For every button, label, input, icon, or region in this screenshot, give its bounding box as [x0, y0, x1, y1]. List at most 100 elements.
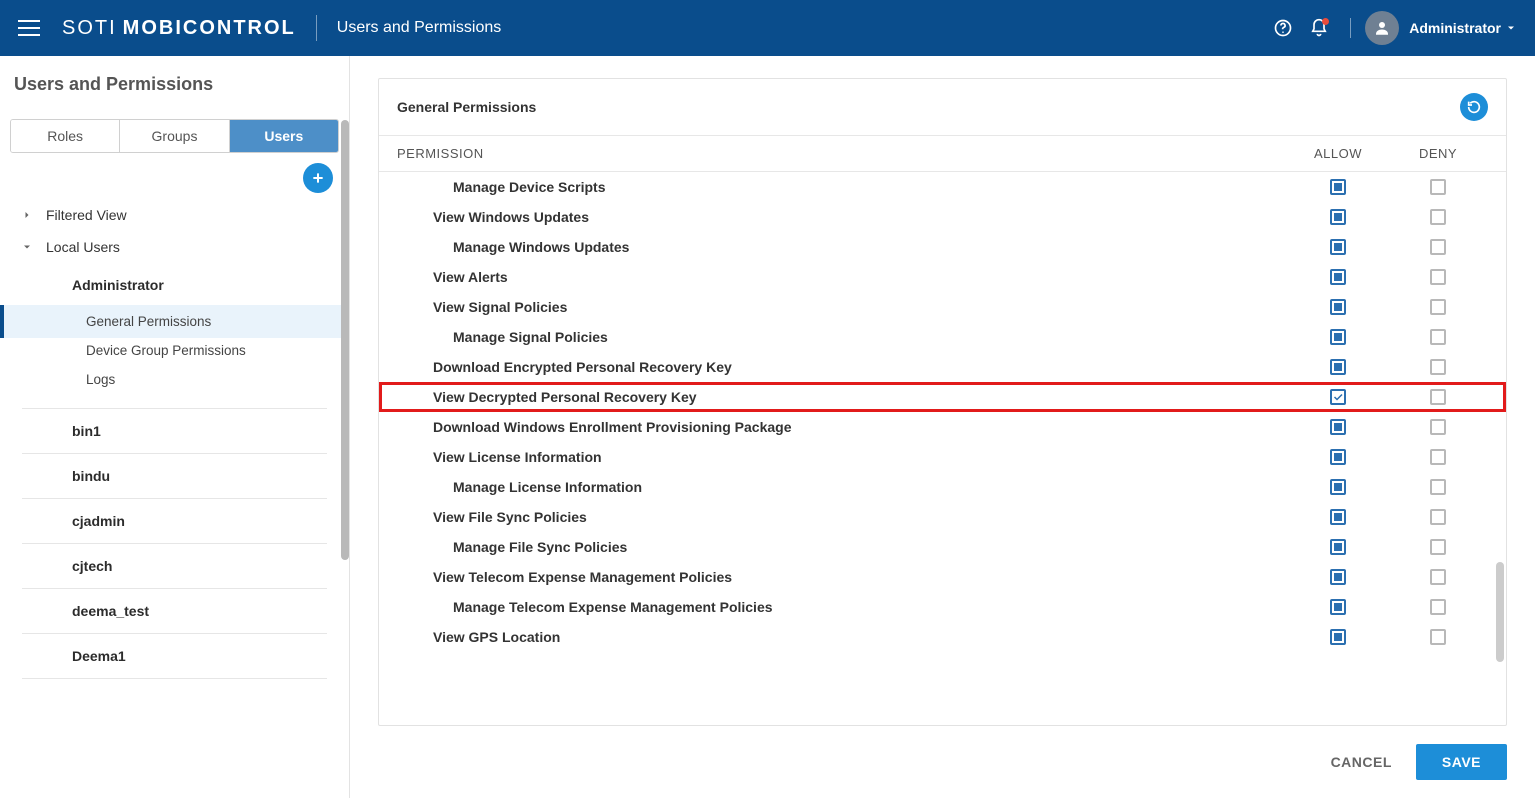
checkbox-empty[interactable]	[1430, 329, 1446, 345]
checkbox-empty[interactable]	[1430, 539, 1446, 555]
user-name[interactable]: Deema1	[22, 634, 327, 678]
checkbox-indeterminate[interactable]	[1330, 299, 1346, 315]
checkbox-indeterminate[interactable]	[1330, 239, 1346, 255]
user-item[interactable]: cjtech	[22, 544, 327, 589]
allow-cell	[1288, 299, 1388, 315]
user-name[interactable]: Administrator	[22, 263, 327, 307]
checkbox-empty[interactable]	[1430, 449, 1446, 465]
checkbox-indeterminate[interactable]	[1330, 359, 1346, 375]
help-icon[interactable]	[1266, 11, 1300, 45]
allow-cell	[1288, 269, 1388, 285]
permissions-scrollbar[interactable]	[1496, 562, 1504, 662]
checkbox-empty[interactable]	[1430, 479, 1446, 495]
app-body: Users and Permissions Roles Groups Users…	[0, 56, 1535, 798]
allow-cell	[1288, 239, 1388, 255]
checkbox-empty[interactable]	[1430, 569, 1446, 585]
user-item[interactable]: AdministratorGeneral PermissionsDevice G…	[22, 263, 327, 409]
avatar[interactable]	[1365, 11, 1399, 45]
menu-icon[interactable]	[18, 20, 40, 36]
checkbox-empty[interactable]	[1430, 179, 1446, 195]
sidebar-scrollbar[interactable]	[341, 120, 349, 560]
add-button[interactable]	[303, 163, 333, 193]
deny-cell	[1388, 419, 1488, 435]
permission-label: Download Encrypted Personal Recovery Key	[379, 359, 1288, 375]
allow-cell	[1288, 359, 1388, 375]
col-allow: ALLOW	[1288, 146, 1388, 161]
user-item[interactable]: Deema1	[22, 634, 327, 679]
permissions-list[interactable]: Manage Device ScriptsView Windows Update…	[379, 172, 1506, 725]
deny-cell	[1388, 629, 1488, 645]
checkbox-indeterminate[interactable]	[1330, 629, 1346, 645]
user-menu[interactable]: Administrator	[1409, 20, 1517, 36]
permission-row: Download Encrypted Personal Recovery Key	[379, 352, 1506, 382]
permission-label: View GPS Location	[379, 629, 1288, 645]
user-item[interactable]: deema_test	[22, 589, 327, 634]
sidebar-tabs: Roles Groups Users	[10, 119, 339, 153]
allow-cell	[1288, 389, 1388, 405]
checkbox-empty[interactable]	[1430, 239, 1446, 255]
checkbox-indeterminate[interactable]	[1330, 509, 1346, 525]
checkbox-empty[interactable]	[1430, 629, 1446, 645]
checkbox-indeterminate[interactable]	[1330, 419, 1346, 435]
checkbox-empty[interactable]	[1430, 509, 1446, 525]
sidebar: Users and Permissions Roles Groups Users…	[0, 56, 350, 798]
tree-filtered-view[interactable]: Filtered View	[0, 199, 349, 231]
deny-cell	[1388, 539, 1488, 555]
bell-icon[interactable]	[1302, 11, 1336, 45]
permission-row: Manage Windows Updates	[379, 232, 1506, 262]
checkbox-empty[interactable]	[1430, 299, 1446, 315]
panel-title: General Permissions	[397, 99, 536, 115]
permissions-panel: General Permissions PERMISSION ALLOW DEN…	[378, 78, 1507, 726]
sidebar-tree: Filtered View Local Users	[0, 199, 349, 263]
checkbox-indeterminate[interactable]	[1330, 209, 1346, 225]
checkbox-empty[interactable]	[1430, 419, 1446, 435]
checkbox-empty[interactable]	[1430, 389, 1446, 405]
checkbox-empty[interactable]	[1430, 359, 1446, 375]
checkbox-indeterminate[interactable]	[1330, 479, 1346, 495]
allow-cell	[1288, 449, 1388, 465]
checkbox-indeterminate[interactable]	[1330, 329, 1346, 345]
tab-roles[interactable]: Roles	[11, 120, 119, 152]
user-item[interactable]: cjadmin	[22, 499, 327, 544]
checkbox-indeterminate[interactable]	[1330, 179, 1346, 195]
checkbox-empty[interactable]	[1430, 209, 1446, 225]
user-name[interactable]: cjadmin	[22, 499, 327, 543]
tree-label: Filtered View	[46, 207, 127, 223]
checkbox-indeterminate[interactable]	[1330, 569, 1346, 585]
user-name[interactable]: bindu	[22, 454, 327, 498]
user-name[interactable]: bin1	[22, 409, 327, 453]
user-sublink[interactable]: Logs	[82, 365, 327, 394]
checkbox-empty[interactable]	[1430, 269, 1446, 285]
checkbox-indeterminate[interactable]	[1330, 269, 1346, 285]
deny-cell	[1388, 359, 1488, 375]
permission-row: Manage License Information	[379, 472, 1506, 502]
refresh-button[interactable]	[1460, 93, 1488, 121]
checkbox-checked[interactable]	[1330, 389, 1346, 405]
tab-users[interactable]: Users	[229, 120, 338, 152]
col-permission: PERMISSION	[397, 146, 1288, 161]
col-deny: DENY	[1388, 146, 1488, 161]
tab-groups[interactable]: Groups	[119, 120, 228, 152]
user-item[interactable]: bindu	[22, 454, 327, 499]
user-item[interactable]: bin1	[22, 409, 327, 454]
cancel-button[interactable]: CANCEL	[1331, 754, 1392, 770]
checkbox-indeterminate[interactable]	[1330, 449, 1346, 465]
checkbox-indeterminate[interactable]	[1330, 539, 1346, 555]
permission-label: View Alerts	[379, 269, 1288, 285]
header-divider	[316, 15, 317, 41]
checkbox-empty[interactable]	[1430, 599, 1446, 615]
allow-cell	[1288, 329, 1388, 345]
tree-local-users[interactable]: Local Users	[0, 231, 349, 263]
deny-cell	[1388, 179, 1488, 195]
user-sublink[interactable]: General Permissions	[82, 307, 327, 336]
permission-row: View Windows Updates	[379, 202, 1506, 232]
deny-cell	[1388, 329, 1488, 345]
user-name[interactable]: deema_test	[22, 589, 327, 633]
user-name[interactable]: cjtech	[22, 544, 327, 588]
user-sublink[interactable]: Device Group Permissions	[82, 336, 327, 365]
checkbox-indeterminate[interactable]	[1330, 599, 1346, 615]
user-list: AdministratorGeneral PermissionsDevice G…	[0, 263, 349, 699]
save-button[interactable]: SAVE	[1416, 744, 1507, 780]
permission-row: View Alerts	[379, 262, 1506, 292]
header-divider-right	[1350, 18, 1351, 38]
